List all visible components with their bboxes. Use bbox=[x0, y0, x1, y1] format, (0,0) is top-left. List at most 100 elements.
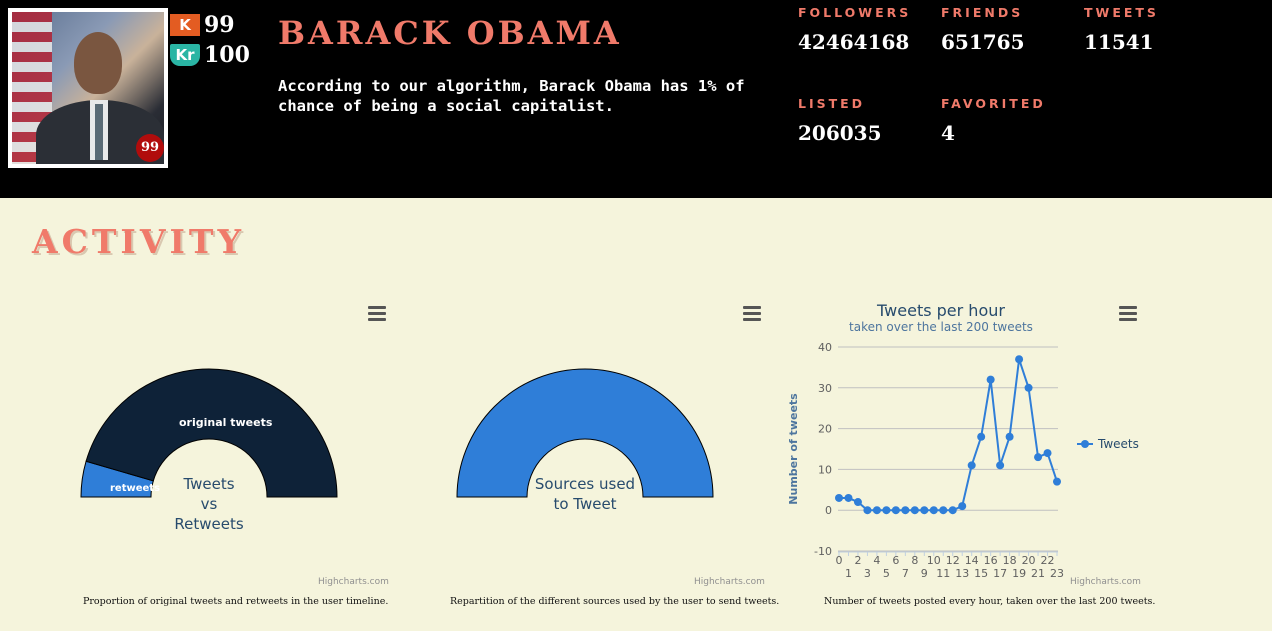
stat-value: 42464168 bbox=[798, 30, 910, 54]
x-tick-label: 12 bbox=[946, 554, 960, 567]
x-tick-label: 20 bbox=[1022, 554, 1036, 567]
data-point[interactable] bbox=[967, 461, 976, 470]
x-tick-label: 11 bbox=[936, 567, 950, 580]
x-tick-label: 8 bbox=[911, 554, 918, 567]
stat-label: FOLLOWERS bbox=[798, 5, 912, 20]
sources-chart: Sources used to Tweet bbox=[456, 368, 714, 513]
data-point[interactable] bbox=[920, 506, 929, 515]
data-point[interactable] bbox=[1053, 477, 1061, 486]
y-tick-label: -10 bbox=[814, 545, 832, 558]
x-tick-label: 23 bbox=[1050, 567, 1064, 580]
data-point[interactable] bbox=[986, 375, 995, 384]
chart-title: Tweets per hour bbox=[876, 301, 1005, 320]
data-point[interactable] bbox=[1015, 355, 1024, 364]
data-point[interactable] bbox=[939, 506, 948, 515]
klout-score-value: 99 bbox=[204, 12, 235, 38]
tweets-per-hour-chart: Tweets per hour taken over the last 200 … bbox=[787, 301, 1139, 580]
data-point[interactable] bbox=[996, 461, 1005, 470]
x-tick-label: 10 bbox=[927, 554, 941, 567]
stat-label: FAVORITED bbox=[941, 96, 1046, 111]
chart-caption: Repartition of the different sources use… bbox=[450, 596, 780, 607]
y-axis-label: Number of tweets bbox=[787, 393, 800, 505]
chart-title-line: Sources used bbox=[535, 475, 635, 493]
kred-icon: Kr bbox=[170, 44, 200, 66]
data-point[interactable] bbox=[958, 502, 967, 511]
data-point[interactable] bbox=[948, 506, 957, 515]
stat-value: 11541 bbox=[1084, 30, 1154, 54]
x-tick-label: 17 bbox=[993, 567, 1007, 580]
kred-score-value: 100 bbox=[204, 42, 250, 68]
pie-slice-label-retweets: retweets bbox=[110, 483, 160, 494]
chart-credits[interactable]: Highcharts.com bbox=[1070, 577, 1141, 587]
profile-name: BARACK OBAMA bbox=[278, 14, 622, 52]
profile-description: According to our algorithm, Barack Obama… bbox=[278, 77, 745, 115]
x-tick-label: 14 bbox=[965, 554, 979, 567]
klout-score: K 99 bbox=[170, 12, 235, 38]
data-point[interactable] bbox=[863, 506, 872, 515]
chart-menu-icon[interactable] bbox=[743, 306, 761, 321]
activity-title: ACTIVITY bbox=[32, 222, 246, 261]
chart-caption: Proportion of original tweets and retwee… bbox=[83, 596, 389, 607]
chart-title-line: vs bbox=[201, 495, 218, 513]
data-point[interactable] bbox=[844, 493, 853, 502]
chart-credits[interactable]: Highcharts.com bbox=[318, 577, 389, 587]
x-tick-label: 5 bbox=[883, 567, 890, 580]
photo-tie bbox=[95, 104, 103, 160]
y-tick-label: 40 bbox=[818, 341, 832, 354]
data-point[interactable] bbox=[882, 506, 891, 515]
data-point[interactable] bbox=[977, 432, 986, 441]
chart-menu-icon[interactable] bbox=[368, 306, 386, 321]
chart-legend[interactable]: Tweets bbox=[1077, 437, 1139, 451]
data-point[interactable] bbox=[1034, 453, 1043, 462]
data-point[interactable] bbox=[853, 498, 862, 507]
kred-score: Kr 100 bbox=[170, 42, 250, 68]
stat-label: LISTED bbox=[798, 96, 866, 111]
stat-value: 651765 bbox=[941, 30, 1025, 54]
data-point[interactable] bbox=[835, 493, 843, 502]
x-tick-label: 6 bbox=[892, 554, 899, 567]
photo-score-badge: 99 bbox=[136, 134, 164, 162]
x-tick-label: 18 bbox=[1003, 554, 1017, 567]
profile-photo: 99 bbox=[8, 8, 168, 168]
data-point[interactable] bbox=[891, 506, 900, 515]
klout-icon: K bbox=[170, 14, 200, 36]
x-tick-label: 9 bbox=[921, 567, 928, 580]
x-tick-label: 21 bbox=[1031, 567, 1045, 580]
y-tick-label: 20 bbox=[818, 423, 832, 436]
chart-title-line: Retweets bbox=[174, 515, 243, 533]
x-tick-label: 16 bbox=[984, 554, 998, 567]
stat-value: 4 bbox=[941, 121, 955, 145]
chart-credits[interactable]: Highcharts.com bbox=[694, 577, 765, 587]
data-point[interactable] bbox=[901, 506, 910, 515]
x-tick-label: 2 bbox=[854, 554, 861, 567]
pie-slice-label-original-tweets: original tweets bbox=[179, 416, 273, 429]
legend-label: Tweets bbox=[1097, 437, 1139, 451]
chart-menu-icon[interactable] bbox=[1119, 306, 1137, 321]
data-point[interactable] bbox=[1024, 383, 1033, 392]
x-tick-label: 3 bbox=[864, 567, 871, 580]
stat-friends: FRIENDS 651765 bbox=[941, 5, 1025, 54]
data-point[interactable] bbox=[929, 506, 938, 515]
data-point[interactable] bbox=[1005, 432, 1014, 441]
chart-title-line: to Tweet bbox=[553, 495, 616, 513]
chart-caption: Number of tweets posted every hour, take… bbox=[824, 596, 1156, 607]
x-tick-label: 15 bbox=[974, 567, 988, 580]
data-point[interactable] bbox=[872, 506, 881, 515]
x-tick-label: 0 bbox=[836, 554, 843, 567]
stat-listed: LISTED 206035 bbox=[798, 96, 882, 145]
chart-title-line: Tweets bbox=[182, 475, 234, 493]
x-tick-label: 1 bbox=[845, 567, 852, 580]
y-tick-label: 30 bbox=[818, 382, 832, 395]
y-tick-label: 10 bbox=[818, 463, 832, 476]
stat-label: TWEETS bbox=[1084, 5, 1159, 20]
photo-head bbox=[74, 32, 122, 94]
tweets-vs-retweets-chart: retweets original tweets Tweets vs Retwe… bbox=[80, 368, 338, 533]
stat-favorited: FAVORITED 4 bbox=[941, 96, 1046, 145]
data-point[interactable] bbox=[1043, 449, 1052, 458]
legend-dot-marker bbox=[1081, 440, 1089, 448]
stat-value: 206035 bbox=[798, 121, 882, 145]
data-point[interactable] bbox=[910, 506, 919, 515]
stat-tweets: TWEETS 11541 bbox=[1084, 5, 1159, 54]
stat-followers: FOLLOWERS 42464168 bbox=[798, 5, 911, 54]
x-tick-label: 13 bbox=[955, 567, 969, 580]
